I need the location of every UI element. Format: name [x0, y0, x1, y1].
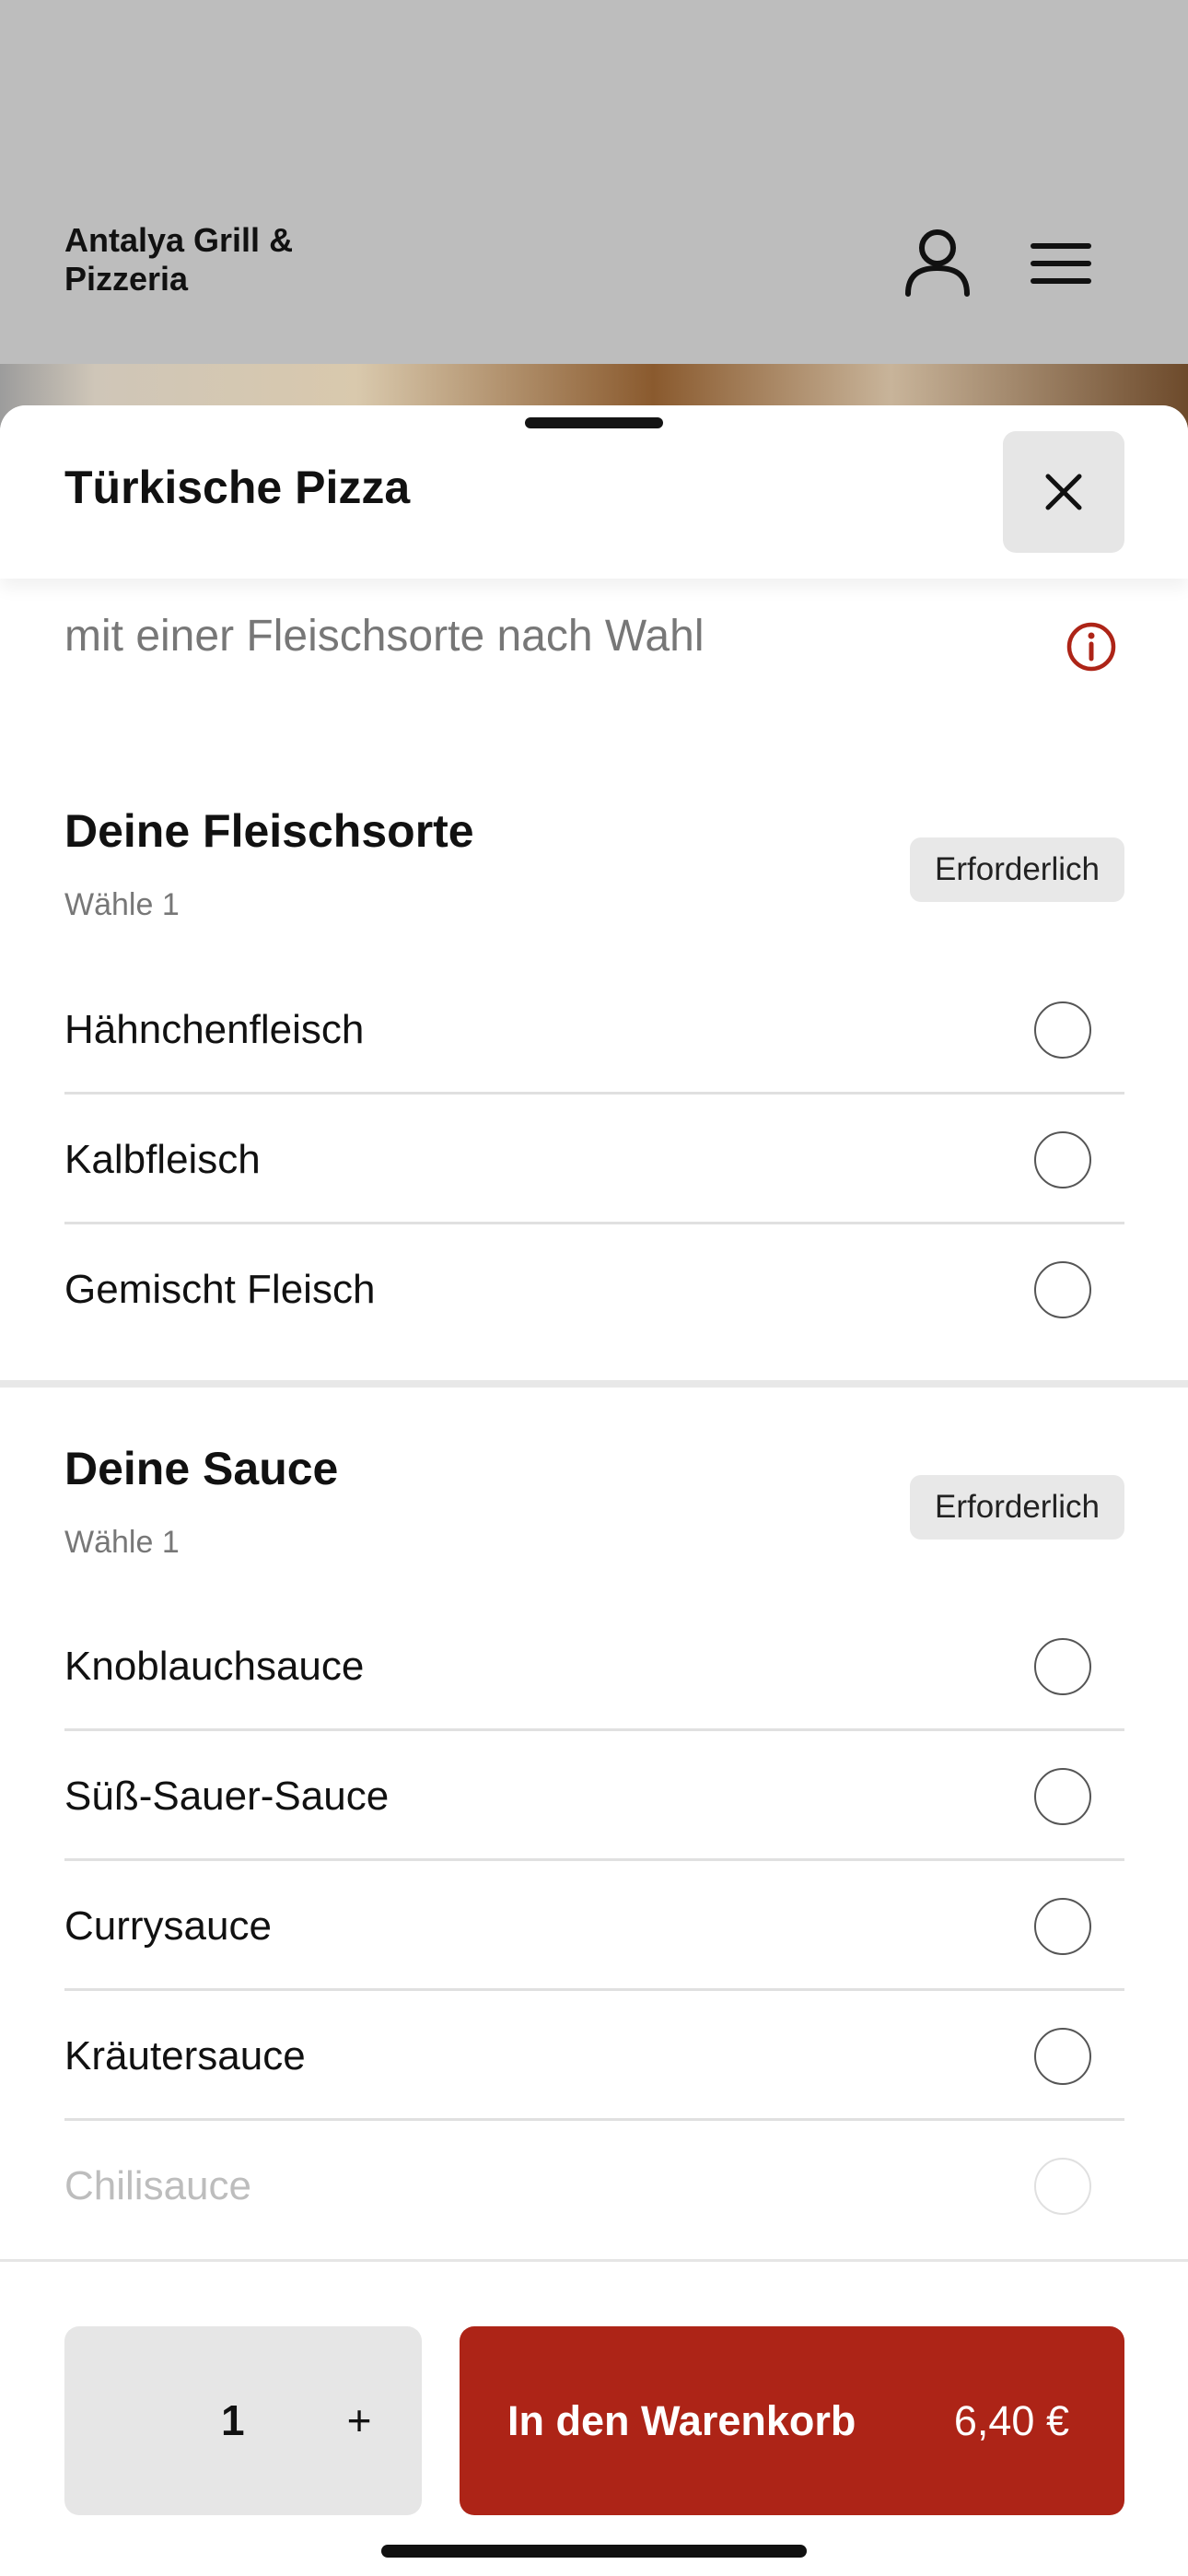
- option-item[interactable]: Gemischt Fleisch: [64, 1224, 1124, 1354]
- radio-button[interactable]: [1034, 2158, 1091, 2215]
- option-item[interactable]: Hähnchenfleisch: [64, 965, 1124, 1095]
- close-button[interactable]: [1003, 431, 1124, 553]
- option-label: Kräutersauce: [64, 2033, 306, 2078]
- option-label: Knoblauchsauce: [64, 1644, 365, 1689]
- required-badge: Erforderlich: [910, 1475, 1124, 1540]
- product-description: mit einer Fleischsorte nach Wahl: [64, 612, 705, 661]
- radio-button[interactable]: [1034, 1638, 1091, 1695]
- product-title: Türkische Pizza: [64, 462, 411, 513]
- sheet-header: Türkische Pizza: [0, 405, 1188, 579]
- sheet-grabber[interactable]: [525, 417, 663, 428]
- options-scroll-area[interactable]: mit einer Fleischsorte nach Wahl Deine F…: [0, 579, 1188, 2259]
- user-icon[interactable]: [903, 226, 973, 298]
- section-divider: [0, 1380, 1188, 1388]
- radio-button[interactable]: [1034, 2028, 1091, 2085]
- add-to-cart-button[interactable]: In den Warenkorb 6,40 €: [460, 2326, 1124, 2515]
- option-item[interactable]: Knoblauchsauce: [64, 1601, 1124, 1731]
- product-sheet: Türkische Pizza mit einer Fleischsorte n…: [0, 405, 1188, 2576]
- increase-quantity-button[interactable]: +: [332, 2326, 387, 2515]
- cart-price: 6,40 €: [953, 2397, 1069, 2444]
- quantity-value: 1: [221, 2396, 245, 2444]
- option-label: Hähnchenfleisch: [64, 1007, 365, 1052]
- close-icon: [1045, 474, 1082, 510]
- restaurant-name[interactable]: Antalya Grill & Pizzeria: [64, 221, 396, 299]
- option-label: Chilisauce: [64, 2163, 251, 2208]
- option-item[interactable]: Kalbfleisch: [64, 1095, 1124, 1224]
- option-label: Süß-Sauer-Sauce: [64, 1774, 390, 1819]
- menu-icon[interactable]: [1030, 241, 1092, 286]
- option-label: Currysauce: [64, 1903, 272, 1949]
- option-label: Gemischt Fleisch: [64, 1267, 376, 1312]
- radio-button[interactable]: [1034, 1131, 1091, 1188]
- group-title: Deine Sauce: [64, 1443, 339, 1494]
- option-item[interactable]: Kräutersauce: [64, 1991, 1124, 2121]
- radio-button[interactable]: [1034, 1001, 1091, 1059]
- add-to-cart-label: In den Warenkorb: [507, 2397, 856, 2444]
- option-item[interactable]: Currysauce: [64, 1861, 1124, 1991]
- option-item[interactable]: Chilisauce: [64, 2121, 1124, 2251]
- info-icon[interactable]: [1066, 621, 1117, 673]
- home-indicator: [381, 2545, 807, 2558]
- restaurant-header: Antalya Grill & Pizzeria: [0, 0, 1188, 364]
- option-label: Kalbfleisch: [64, 1137, 261, 1182]
- option-item[interactable]: Süß-Sauer-Sauce: [64, 1731, 1124, 1861]
- sheet-footer: 1 + In den Warenkorb 6,40 €: [0, 2259, 1188, 2576]
- group-subtitle: Wähle 1: [64, 887, 180, 922]
- radio-button[interactable]: [1034, 1261, 1091, 1318]
- radio-button[interactable]: [1034, 1768, 1091, 1825]
- app-screen: Antalya Grill & Pizzeria Türkische Pizza…: [0, 0, 1188, 2576]
- group-subtitle: Wähle 1: [64, 1525, 180, 1560]
- quantity-stepper: 1 +: [64, 2326, 422, 2515]
- required-badge: Erforderlich: [910, 837, 1124, 902]
- radio-button[interactable]: [1034, 1898, 1091, 1955]
- group-title: Deine Fleischsorte: [64, 805, 474, 857]
